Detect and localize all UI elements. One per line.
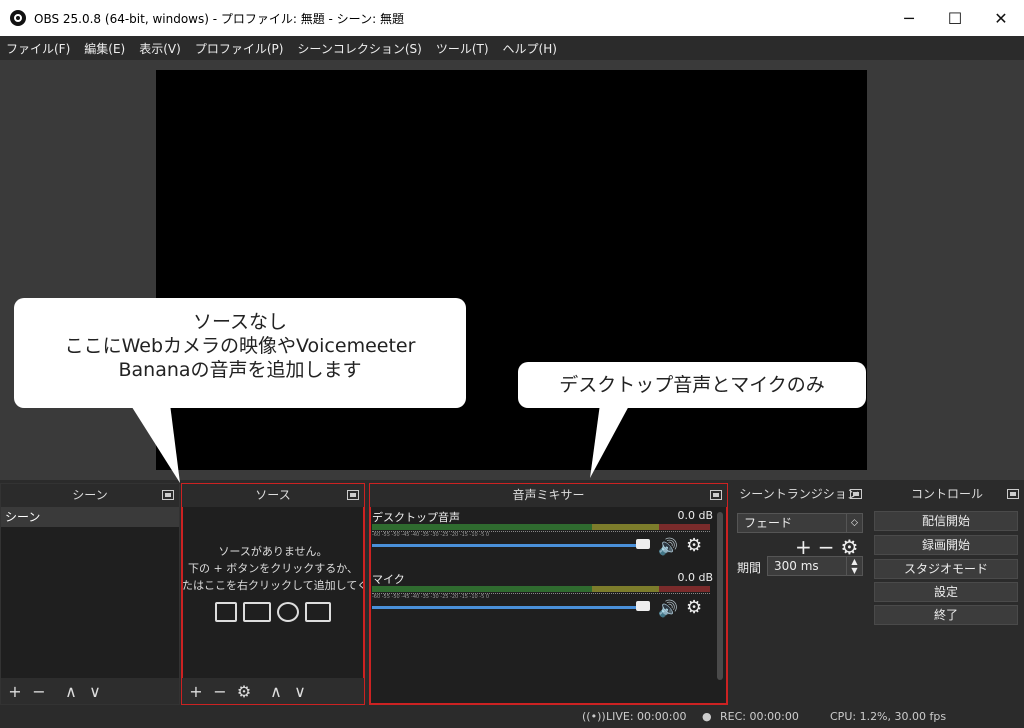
callout-line-1: ソースなし (192, 311, 288, 333)
callout-line-2: ここにWebカメラの映像やVoicemeeter (64, 335, 416, 357)
sources-callout-tail (130, 404, 180, 483)
sources-callout: ソースなし ここにWebカメラの映像やVoicemeeter Bananaの音声… (14, 298, 466, 408)
callout-line-3: Bananaの音声を追加します (118, 359, 362, 381)
mixer-callout-tail (590, 404, 630, 478)
mixer-callout: デスクトップ音声とマイクのみ (518, 362, 866, 408)
